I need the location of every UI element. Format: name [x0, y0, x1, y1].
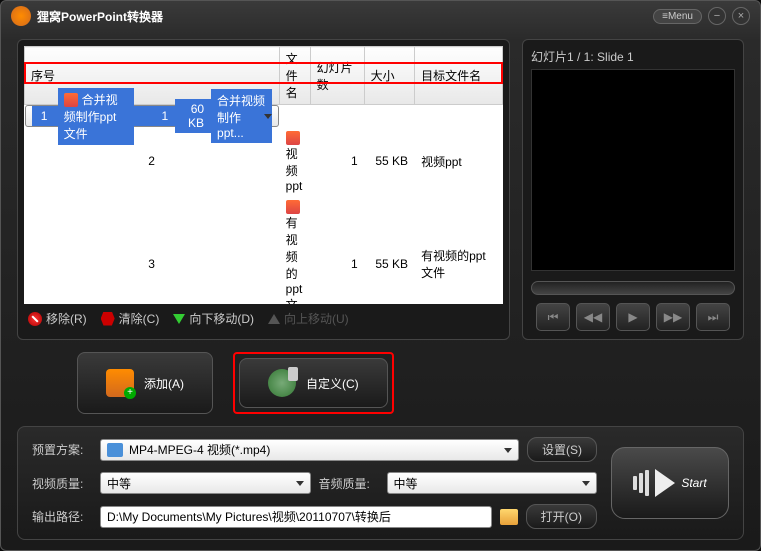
- customize-button[interactable]: 自定义(C): [239, 358, 388, 408]
- browse-folder-button[interactable]: [500, 509, 518, 525]
- play-button[interactable]: ▶: [616, 303, 650, 331]
- clear-icon: [101, 312, 115, 326]
- add-button[interactable]: 添加(A): [77, 352, 213, 414]
- rewind-button[interactable]: ◀◀: [576, 303, 610, 331]
- audio-quality-label: 音频质量:: [319, 475, 379, 492]
- open-button[interactable]: 打开(O): [526, 504, 597, 529]
- next-button[interactable]: ⏭: [696, 303, 730, 331]
- menu-button[interactable]: ≡Menu: [653, 9, 702, 24]
- header-filename[interactable]: 文件名: [279, 47, 310, 105]
- table-row[interactable]: 3有视频的ppt文件155 KB有视频的ppt文件: [25, 196, 503, 304]
- arrow-down-icon: [173, 314, 185, 324]
- preview-panel: 幻灯片1 / 1: Slide 1 ⏮ ◀◀ ▶ ▶▶ ⏭: [522, 39, 744, 340]
- ppt-icon: [64, 93, 78, 107]
- clear-button[interactable]: 清除(C): [101, 310, 160, 327]
- start-icon: [633, 469, 675, 497]
- audio-quality-select[interactable]: 中等: [387, 472, 598, 494]
- output-path-label: 输出路径:: [32, 508, 92, 525]
- close-button[interactable]: ×: [732, 7, 750, 25]
- arrow-up-icon: [268, 314, 280, 324]
- file-table[interactable]: 序号 文件名 幻灯片数 大小 目标文件名 1合并视频制作ppt文件160 KB合…: [24, 46, 503, 304]
- add-icon: [106, 369, 134, 397]
- file-list-panel: 序号 文件名 幻灯片数 大小 目标文件名 1合并视频制作ppt文件160 KB合…: [17, 39, 510, 340]
- prev-button[interactable]: ⏮: [536, 303, 570, 331]
- settings-button[interactable]: 设置(S): [527, 437, 597, 462]
- video-quality-select[interactable]: 中等: [100, 472, 311, 494]
- header-target[interactable]: 目标文件名: [415, 47, 503, 105]
- table-row[interactable]: 1合并视频制作ppt文件160 KB合并视频制作ppt...: [25, 105, 280, 127]
- move-up-button: 向上移动(U): [268, 310, 349, 327]
- start-button[interactable]: Start: [611, 447, 729, 519]
- ppt-icon: [286, 200, 300, 214]
- minimize-button[interactable]: −: [708, 7, 726, 25]
- preset-label: 预置方案:: [32, 441, 92, 458]
- preview-screen: [531, 69, 735, 271]
- video-quality-label: 视频质量:: [32, 475, 92, 492]
- remove-icon: [28, 312, 42, 326]
- header-slides[interactable]: 幻灯片数: [310, 47, 364, 105]
- playback-slider[interactable]: [531, 281, 735, 295]
- header-size[interactable]: 大小: [364, 47, 414, 105]
- preset-select[interactable]: MP4-MPEG-4 视频(*.mp4): [100, 439, 519, 461]
- forward-button[interactable]: ▶▶: [656, 303, 690, 331]
- remove-button[interactable]: 移除(R): [28, 310, 87, 327]
- app-icon: [11, 6, 31, 26]
- move-down-button[interactable]: 向下移动(D): [173, 310, 254, 327]
- customize-icon: [268, 369, 296, 397]
- ppt-icon: [286, 131, 300, 145]
- mp4-icon: [107, 443, 123, 457]
- preview-title: 幻灯片1 / 1: Slide 1: [531, 48, 735, 65]
- app-title: 狸窝PowerPoint转换器: [37, 8, 163, 25]
- output-path-field[interactable]: D:\My Documents\My Pictures\视频\20110707\…: [100, 506, 492, 528]
